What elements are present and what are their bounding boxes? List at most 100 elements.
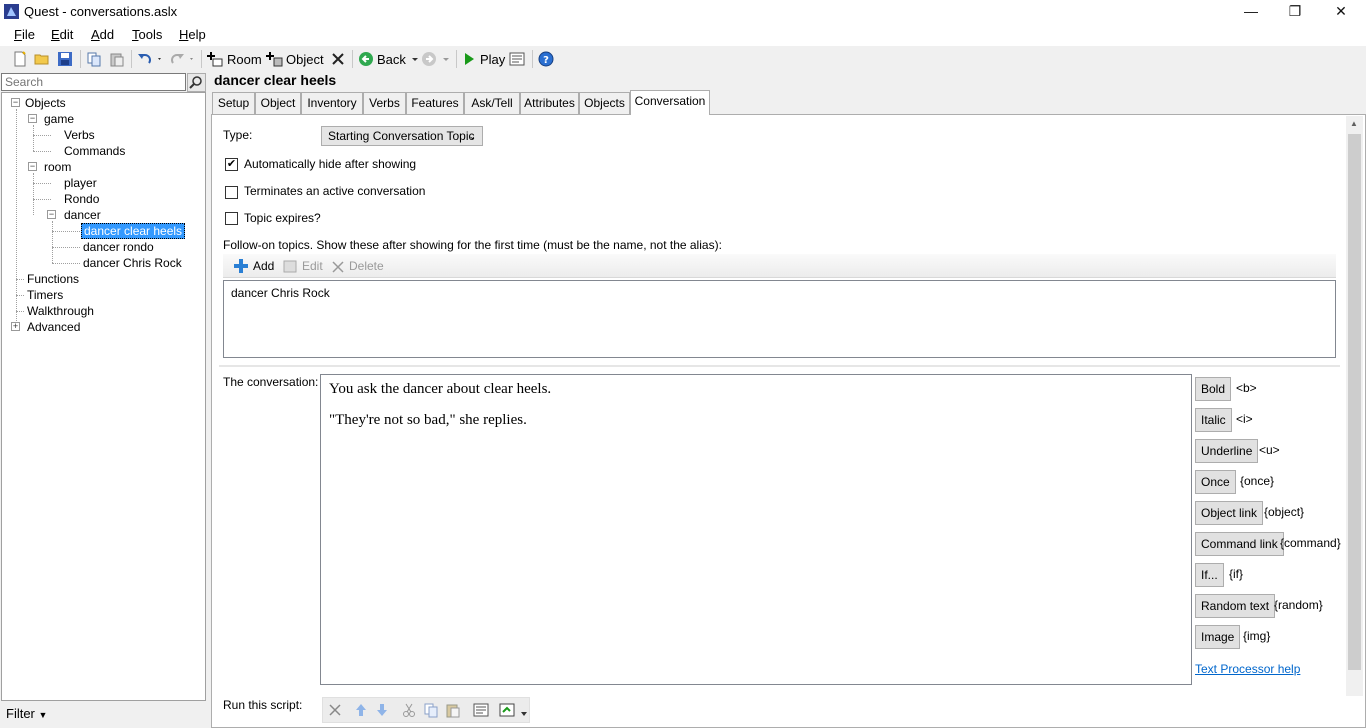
- tree-item-verbs[interactable]: Verbs: [64, 127, 95, 143]
- scroll-up-icon[interactable]: ▲: [1350, 119, 1358, 128]
- list-item[interactable]: dancer Chris Rock: [231, 286, 330, 300]
- tree-item-game[interactable]: game: [44, 111, 74, 127]
- tree-connector: [16, 311, 24, 312]
- play-button[interactable]: Play: [462, 49, 505, 69]
- if-button[interactable]: If...: [1195, 563, 1224, 587]
- tree-item-room[interactable]: room: [44, 159, 71, 175]
- if-tag: {if}: [1229, 567, 1244, 581]
- collapse-dancer-toggle[interactable]: −: [47, 210, 56, 219]
- conversation-line: You ask the dancer about clear heels.: [329, 381, 552, 397]
- auto-hide-checkbox[interactable]: ✔: [225, 158, 238, 171]
- tab-features[interactable]: Features: [406, 92, 464, 114]
- menu-edit[interactable]: Edit: [51, 27, 73, 42]
- tab-objects[interactable]: Objects: [579, 92, 630, 114]
- tree-item-dancer-chris-rock[interactable]: dancer Chris Rock: [83, 255, 182, 271]
- followon-add-label: Add: [253, 259, 275, 273]
- conversation-editor[interactable]: You ask the dancer about clear heels. "T…: [320, 374, 1192, 685]
- followon-list[interactable]: dancer Chris Rock: [223, 280, 1336, 358]
- search-input[interactable]: [1, 73, 186, 91]
- expand-advanced-toggle[interactable]: +: [11, 322, 20, 331]
- delete-button[interactable]: [330, 49, 346, 69]
- copy-icon[interactable]: [423, 702, 439, 718]
- help-button[interactable]: ?: [538, 49, 554, 69]
- command-link-button[interactable]: Command link: [1195, 532, 1284, 556]
- followon-add-button[interactable]: Add: [233, 256, 274, 276]
- delete-x-icon: [332, 261, 344, 273]
- tab-verbs[interactable]: Verbs: [363, 92, 406, 114]
- cut-icon[interactable]: [401, 702, 417, 718]
- tree-item-dancer-clear-heels[interactable]: dancer clear heels: [81, 223, 186, 239]
- bold-button[interactable]: Bold: [1195, 377, 1232, 401]
- tab-attributes[interactable]: Attributes: [520, 92, 579, 114]
- type-select[interactable]: Starting Conversation Topic ⌄: [321, 126, 483, 146]
- followon-edit-button[interactable]: Edit: [283, 256, 323, 276]
- image-tag: {img}: [1243, 629, 1271, 643]
- chevron-down-icon[interactable]: [520, 710, 528, 718]
- add-object-button[interactable]: Object: [266, 49, 324, 69]
- back-dropdown-icon: [411, 58, 418, 61]
- scrollbar-thumb[interactable]: [1348, 134, 1361, 670]
- tree-item-objects[interactable]: Objects: [25, 95, 66, 111]
- image-button[interactable]: Image: [1195, 625, 1241, 649]
- add-room-button[interactable]: Room: [207, 49, 262, 69]
- back-button[interactable]: Back: [358, 49, 420, 69]
- editor-scrollbar[interactable]: ▲: [1346, 116, 1363, 696]
- paste-button[interactable]: [109, 49, 125, 69]
- text-processor-help-link[interactable]: Text Processor help: [1195, 662, 1300, 676]
- redo-button[interactable]: [169, 49, 195, 69]
- code-view-icon[interactable]: [473, 702, 489, 718]
- delete-x-icon[interactable]: [327, 702, 343, 718]
- once-button[interactable]: Once: [1195, 470, 1236, 494]
- italic-button[interactable]: Italic: [1195, 408, 1232, 432]
- tree-item-walkthrough[interactable]: Walkthrough: [27, 303, 94, 319]
- add-room-icon: [207, 52, 223, 67]
- new-file-button[interactable]: [12, 49, 28, 69]
- add-object-icon: [266, 52, 283, 67]
- menu-tools[interactable]: Tools: [132, 27, 162, 42]
- object-tree[interactable]: − − − − + Objects game Verbs Commands ro…: [1, 92, 206, 701]
- menu-file[interactable]: File: [14, 27, 35, 42]
- tree-item-player[interactable]: player: [64, 175, 97, 191]
- add-script-icon[interactable]: [499, 702, 515, 718]
- filter-dropdown[interactable]: Filter ▼: [6, 706, 47, 721]
- maximize-button[interactable]: ❐: [1272, 0, 1318, 24]
- tab-inventory[interactable]: Inventory: [301, 92, 363, 114]
- menu-add[interactable]: Add: [91, 27, 114, 42]
- collapse-objects-toggle[interactable]: −: [11, 98, 20, 107]
- tab-object[interactable]: Object: [255, 92, 301, 114]
- tree-item-rondo[interactable]: Rondo: [64, 191, 99, 207]
- filter-label: Filter: [6, 706, 35, 721]
- tree-item-commands[interactable]: Commands: [64, 143, 125, 159]
- search-button[interactable]: [187, 73, 206, 92]
- undo-button[interactable]: [137, 49, 163, 69]
- tab-setup[interactable]: Setup: [212, 92, 255, 114]
- collapse-room-toggle[interactable]: −: [28, 162, 37, 171]
- open-file-button[interactable]: [34, 49, 50, 69]
- code-view-button[interactable]: [509, 49, 525, 69]
- tree-item-dancer-rondo[interactable]: dancer rondo: [83, 239, 154, 255]
- tree-item-advanced[interactable]: Advanced: [27, 319, 80, 335]
- tree-item-timers[interactable]: Timers: [27, 287, 63, 303]
- tab-ask-tell[interactable]: Ask/Tell: [464, 92, 520, 114]
- followon-delete-button[interactable]: Delete: [331, 256, 384, 276]
- paste-icon[interactable]: [445, 702, 461, 718]
- copy-button[interactable]: [86, 49, 102, 69]
- terminates-label: Terminates an active conversation: [244, 184, 426, 198]
- forward-button[interactable]: [421, 49, 451, 69]
- topic-expires-checkbox[interactable]: [225, 212, 238, 225]
- underline-button[interactable]: Underline: [1195, 439, 1259, 463]
- collapse-game-toggle[interactable]: −: [28, 114, 37, 123]
- toolbar-separator: [532, 50, 533, 68]
- object-link-button[interactable]: Object link: [1195, 501, 1264, 525]
- terminates-checkbox[interactable]: [225, 186, 238, 199]
- tab-conversation[interactable]: Conversation: [630, 90, 710, 115]
- menu-help[interactable]: Help: [179, 27, 206, 42]
- tree-item-dancer[interactable]: dancer: [64, 207, 101, 223]
- random-text-button[interactable]: Random text: [1195, 594, 1276, 618]
- save-button[interactable]: [57, 49, 73, 69]
- minimize-button[interactable]: —: [1228, 0, 1274, 24]
- move-down-arrow-icon[interactable]: [374, 702, 390, 718]
- move-up-arrow-icon[interactable]: [353, 702, 369, 718]
- tree-item-functions[interactable]: Functions: [27, 271, 79, 287]
- close-button[interactable]: ✕: [1318, 0, 1364, 24]
